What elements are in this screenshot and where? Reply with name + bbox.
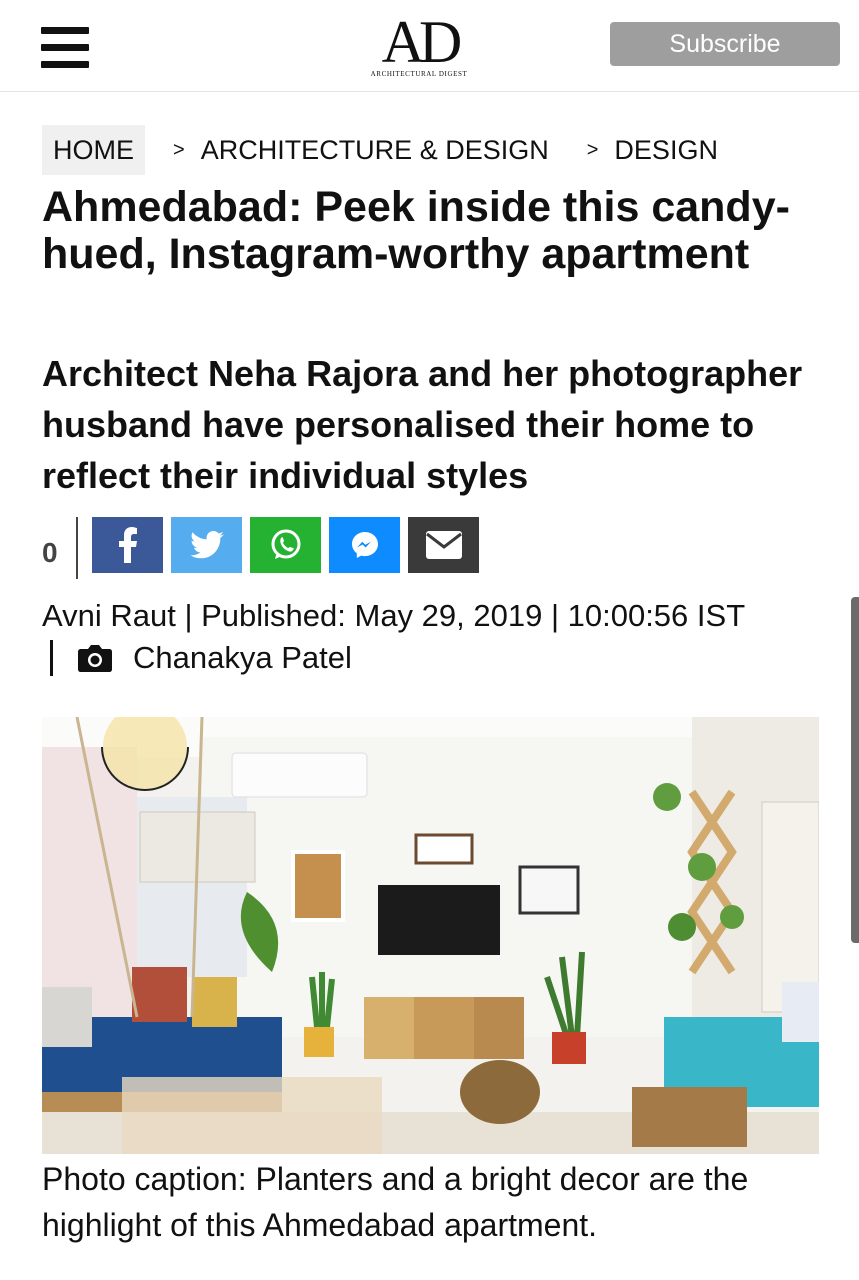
breadcrumb: HOME > ARCHITECTURE & DESIGN > DESIGN [42,125,718,175]
breadcrumb-home[interactable]: HOME [42,125,145,175]
facebook-icon [118,527,137,563]
twitter-share-button[interactable] [171,517,242,573]
subscribe-button[interactable]: Subscribe [610,22,840,66]
share-count: 0 [42,537,58,568]
article-byline: Avni Raut | Published: May 29, 2019 | 10… [42,598,746,633]
envelope-icon [425,531,462,559]
credit-divider [50,640,53,676]
photo-caption: Photo caption: Planters and a bright dec… [42,1161,749,1243]
breadcrumb-design[interactable]: DESIGN [614,125,718,175]
photo-credit: Chanakya Patel [50,639,352,677]
article-title: Ahmedabad: Peek inside this candy-hued, … [42,183,790,278]
breadcrumb-architecture-design[interactable]: ARCHITECTURE & DESIGN [201,125,549,175]
breadcrumb-separator: > [173,138,185,161]
camera-icon [78,645,112,672]
share-bar: 0 [42,517,487,579]
facebook-share-button[interactable] [92,517,163,573]
whatsapp-icon [271,529,300,559]
photographer-name: Chanakya Patel [133,640,352,675]
messenger-icon [351,532,378,558]
logo-mark: AD [381,9,463,75]
article-photo[interactable] [42,717,819,1154]
living-room-illustration [42,717,819,1154]
whatsapp-share-button[interactable] [250,517,321,573]
twitter-icon [189,531,224,559]
breadcrumb-separator: > [586,138,599,161]
menu-icon[interactable] [41,27,89,69]
scrollbar[interactable] [851,597,859,943]
logo-subtitle: ARCHITECTURAL DIGEST [370,70,468,78]
messenger-share-button[interactable] [329,517,400,573]
email-share-button[interactable] [408,517,479,573]
top-bar: AD ARCHITECTURAL DIGEST Subscribe [0,0,859,92]
share-divider [76,517,78,579]
site-logo[interactable]: AD ARCHITECTURAL DIGEST [358,9,480,80]
article-subtitle: Architect Neha Rajora and her photograph… [42,353,803,496]
